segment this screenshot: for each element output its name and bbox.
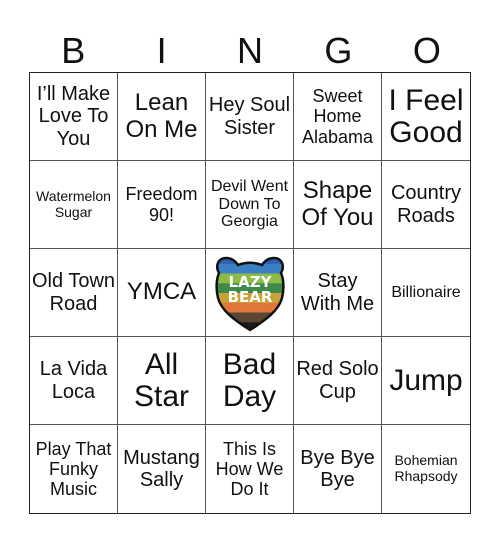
bingo-cell[interactable]: Mustang Sally (118, 425, 206, 513)
cell-text: Lean On Me (125, 88, 198, 143)
cell-text: Freedom 90! (125, 184, 198, 225)
cell-text: Devil Went Down To Georgia (210, 177, 289, 231)
free-space[interactable]: LAZY BEAR (206, 249, 294, 337)
bingo-cell[interactable]: Bohemian Rhapsody (382, 425, 470, 513)
bingo-cell[interactable]: Shape Of You (294, 161, 382, 249)
bingo-cell[interactable]: Watermelon Sugar (30, 161, 118, 249)
bingo-cell[interactable]: YMCA (118, 249, 206, 337)
bingo-cell[interactable]: Red Solo Cup (294, 337, 382, 425)
bingo-cell[interactable]: Hey Soul Sister (206, 73, 294, 161)
bingo-cell[interactable]: Play That Funky Music (30, 425, 118, 513)
cell-text: La Vida Loca (39, 358, 108, 403)
logo-text-bear: BEAR (227, 288, 272, 306)
bingo-cell[interactable]: I’ll Make Love To You (30, 73, 118, 161)
bingo-cell[interactable]: I Feel Good (382, 73, 470, 161)
bingo-cell[interactable]: Old Town Road (30, 249, 118, 337)
cell-text: Watermelon Sugar (36, 187, 111, 220)
cell-text: Country Roads (390, 182, 462, 227)
bingo-cell[interactable]: La Vida Loca (30, 337, 118, 425)
bingo-cell[interactable]: Freedom 90! (118, 161, 206, 249)
lazy-bear-logo-icon: LAZY BEAR (214, 256, 285, 331)
cell-text: YMCA (126, 278, 197, 306)
cell-text: Mustang Sally (123, 446, 200, 491)
cell-text: Play That Funky Music (35, 438, 112, 500)
bingo-cell[interactable]: Jump (382, 337, 470, 425)
bingo-cell[interactable]: Bye Bye Bye (294, 425, 382, 513)
cell-text: Hey Soul Sister (208, 94, 291, 139)
cell-text: Red Solo Cup (296, 358, 379, 403)
bingo-cell[interactable]: Lean On Me (118, 73, 206, 161)
bingo-cell[interactable]: Devil Went Down To Georgia (206, 161, 294, 249)
cell-text: I Feel Good (388, 84, 464, 149)
header-letter-i: I (156, 30, 167, 71)
cell-text: I’ll Make Love To You (36, 82, 111, 150)
bingo-card: I’ll Make Love To You Lean On Me Hey Sou… (29, 72, 471, 514)
cell-text: Stay With Me (300, 270, 375, 315)
header-letter-b: B (61, 30, 86, 71)
bingo-cell[interactable]: Billionaire (382, 249, 470, 337)
bingo-cell[interactable]: Sweet Home Alabama (294, 73, 382, 161)
cell-text: Billionaire (391, 283, 461, 301)
bingo-cell[interactable]: All Star (118, 337, 206, 425)
cell-text: This Is How We Do It (215, 438, 284, 500)
cell-text: Jump (389, 363, 463, 397)
header-letter-g: G (324, 30, 353, 71)
cell-text: Shape Of You (301, 176, 374, 231)
cell-text: Bye Bye Bye (300, 446, 375, 491)
cell-text: All Star (133, 348, 190, 413)
bingo-cell[interactable]: Bad Day (206, 337, 294, 425)
cell-text: Bohemian Rhapsody (394, 452, 458, 484)
cell-text: Bad Day (222, 348, 277, 413)
cell-text: Sweet Home Alabama (301, 86, 374, 147)
cell-text: Old Town Road (32, 270, 116, 315)
bingo-cell[interactable]: This Is How We Do It (206, 425, 294, 513)
bingo-cell[interactable]: Country Roads (382, 161, 470, 249)
bingo-cell[interactable]: Stay With Me (294, 249, 382, 337)
header-letter-o: O (412, 30, 441, 71)
bingo-header: B I N G O (29, 30, 471, 72)
header-letter-n: N (237, 30, 264, 71)
logo-stripe (216, 312, 283, 323)
